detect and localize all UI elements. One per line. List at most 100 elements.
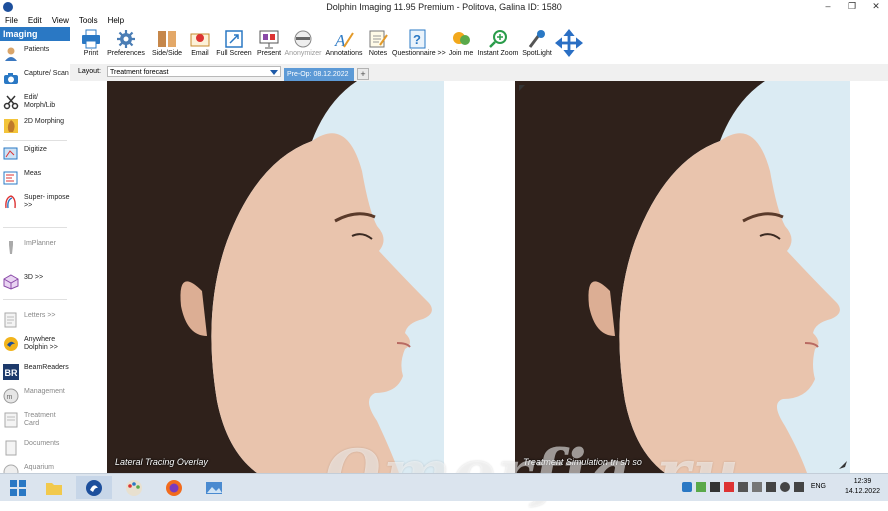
tray-device-icon[interactable] xyxy=(738,482,748,492)
present-button[interactable]: Present xyxy=(256,29,282,63)
tab-pre-op[interactable]: Pre-Op: 08.12.2022 xyxy=(284,68,354,81)
svg-text:BR: BR xyxy=(5,368,18,378)
menu-file[interactable]: File xyxy=(0,14,23,27)
sidebar-item-3d[interactable]: 3D >> xyxy=(0,271,70,293)
face-profile-photo-simulated xyxy=(515,81,850,473)
layout-bar: Layout: Treatment forecast Pre-Op: 08.12… xyxy=(70,64,888,82)
tray-usb-icon[interactable] xyxy=(752,482,762,492)
windows-logo-icon xyxy=(10,480,26,496)
sidebar-item-capture-scan[interactable]: Capture/ Scan xyxy=(0,67,70,89)
taskbar-photo-viewer[interactable] xyxy=(196,476,232,499)
annotations-icon: A xyxy=(334,31,354,49)
annotations-button[interactable]: A Annotations xyxy=(324,29,364,63)
dolphin-taskbar-icon xyxy=(86,480,102,496)
anywhere-dolphin-icon xyxy=(4,337,18,351)
spotlight-button[interactable]: SpotLight xyxy=(522,29,552,63)
notes-button[interactable]: Notes xyxy=(366,29,390,63)
sidebar-item-implanner[interactable]: ImPlanner xyxy=(0,237,70,259)
sidebar-item-superimpose[interactable]: Super- impose >> xyxy=(0,191,70,217)
join-me-button[interactable]: Join me xyxy=(448,29,474,63)
printer-icon xyxy=(82,29,100,49)
minimize-icon[interactable]: – xyxy=(816,0,840,14)
pan-move-button[interactable] xyxy=(554,29,584,63)
photo-viewer-icon xyxy=(206,482,222,494)
sidebar: Imaging Patients Capture/ Scan Edit/ Mor… xyxy=(0,27,71,480)
photo-panel-left[interactable]: Lateral Tracing Overlay xyxy=(107,81,444,473)
taskbar-file-explorer[interactable] xyxy=(36,476,72,499)
questionnaire-icon: ? xyxy=(409,29,426,49)
start-button[interactable] xyxy=(0,476,36,499)
taskbar-clock[interactable]: 12:39 14.12.2022 xyxy=(845,477,880,497)
superimpose-icon xyxy=(5,195,16,209)
notes-icon xyxy=(369,30,388,48)
implant-icon xyxy=(9,241,13,254)
sidebar-item-management[interactable]: m Management xyxy=(0,385,70,407)
letter-icon xyxy=(4,312,17,328)
input-language[interactable]: ENG xyxy=(811,483,826,490)
menu-help[interactable]: Help xyxy=(103,14,129,27)
sidebar-item-digitize[interactable]: Digitize xyxy=(0,143,70,165)
zoom-magnifier-icon xyxy=(489,30,507,48)
photo-caption-left: Lateral Tracing Overlay xyxy=(115,457,208,467)
close-icon[interactable]: ✕ xyxy=(864,0,888,14)
layout-select[interactable]: Treatment forecast xyxy=(107,66,281,77)
join-me-icon xyxy=(453,32,470,45)
layout-select-value: Treatment forecast xyxy=(110,69,169,76)
sidebar-item-letters[interactable]: Letters >> xyxy=(0,309,70,331)
volume-icon[interactable] xyxy=(794,482,804,492)
tray-antivirus-icon[interactable] xyxy=(724,482,734,492)
firefox-icon xyxy=(166,480,182,496)
sidebar-item-documents[interactable]: Documents xyxy=(0,437,70,459)
image-workspace: Lateral Tracing Overlay Treatment Simula… xyxy=(70,81,888,511)
camera-icon xyxy=(4,73,18,84)
print-button[interactable]: Print xyxy=(80,29,102,63)
network-icon[interactable] xyxy=(780,482,790,492)
side-by-side-button[interactable]: Side/Side xyxy=(150,29,184,63)
sidebar-item-meas[interactable]: Meas xyxy=(0,167,70,189)
taskbar: ENG 12:39 14.12.2022 xyxy=(0,473,888,501)
email-button[interactable]: Email xyxy=(188,29,212,63)
documents-icon xyxy=(5,440,17,456)
spotlight-icon xyxy=(528,30,545,48)
questionnaire-button[interactable]: ? Questionnaire >> xyxy=(392,29,446,63)
folder-icon xyxy=(46,483,62,495)
chevron-down-icon xyxy=(270,70,278,75)
anonymizer-mask-icon xyxy=(294,30,312,48)
tray-security-icon[interactable] xyxy=(696,482,706,492)
system-tray: ENG 12:39 14.12.2022 xyxy=(678,474,888,501)
sidebar-item-anywhere-dolphin[interactable]: Anywhere Dolphin >> xyxy=(0,333,70,359)
full-screen-button[interactable]: Full Screen xyxy=(216,29,252,63)
anonymizer-button[interactable]: Anonymizer xyxy=(284,29,322,63)
photo-panel-right[interactable]: Treatment Simulation tri sh so xyxy=(515,81,850,473)
taskbar-dolphin[interactable] xyxy=(76,476,112,499)
clock-time: 12:39 xyxy=(853,478,872,485)
sidebar-item-patients[interactable]: Patients xyxy=(0,43,70,65)
menu-edit[interactable]: Edit xyxy=(23,14,47,27)
digitize-icon xyxy=(3,147,18,160)
clock-date: 14.12.2022 xyxy=(844,488,880,495)
sidebar-item-edit-morph-lib[interactable]: Edit/ Morph/Lib xyxy=(0,91,70,113)
side-by-side-icon xyxy=(158,31,176,47)
taskbar-paint[interactable] xyxy=(116,476,152,499)
tray-app-icon[interactable] xyxy=(682,482,692,492)
management-icon: m xyxy=(3,388,19,404)
preferences-button[interactable]: Preferences xyxy=(106,29,146,63)
menu-tools[interactable]: Tools xyxy=(74,14,103,27)
presentation-icon xyxy=(259,30,279,49)
layout-label: Layout: xyxy=(78,68,101,75)
sidebar-item-2d-morphing[interactable]: 2D Morphing xyxy=(0,115,70,137)
taskbar-firefox[interactable] xyxy=(156,476,192,499)
instant-zoom-button[interactable]: Instant Zoom xyxy=(476,29,520,63)
restore-icon[interactable]: ❐ xyxy=(840,0,864,14)
add-tab-button[interactable]: + xyxy=(357,68,369,80)
window-title: Dolphin Imaging 11.95 Premium - Politova… xyxy=(326,2,562,12)
menu-view[interactable]: View xyxy=(47,14,74,27)
sidebar-item-beamreaders[interactable]: BR BeamReaders xyxy=(0,361,70,383)
sidebar-item-treatment-card[interactable]: Treatment Card xyxy=(0,409,70,435)
patient-icon xyxy=(5,47,17,61)
treatment-card-icon xyxy=(4,412,18,428)
tray-sync-icon[interactable] xyxy=(710,482,720,492)
email-icon xyxy=(190,33,210,47)
battery-icon[interactable] xyxy=(766,482,776,492)
move-arrows-icon xyxy=(555,29,583,57)
